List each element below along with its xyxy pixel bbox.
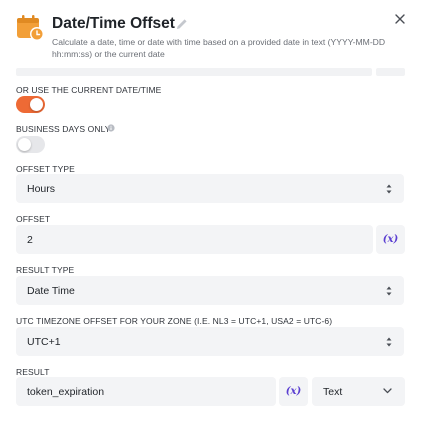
dialog-subtitle: Calculate a date, time or date with time… xyxy=(52,37,386,59)
use-current-toggle[interactable] xyxy=(16,96,45,113)
variable-icon: (x) xyxy=(382,234,399,245)
result-label: RESULT xyxy=(16,367,50,377)
timezone-select[interactable]: UTC+1 xyxy=(16,327,404,356)
business-days-toggle[interactable] xyxy=(16,136,45,153)
offset-label: OFFSET xyxy=(16,214,51,224)
offset-value: 2 xyxy=(27,233,33,246)
result-data-type: Text xyxy=(323,385,343,398)
collapsed-field-stub xyxy=(16,68,372,76)
offset-type-value: Hours xyxy=(27,182,56,195)
dialog-header: Date/Time Offset Calculate a date, time … xyxy=(0,0,423,66)
offset-input[interactable]: 2 xyxy=(16,225,373,254)
collapsed-field-stub xyxy=(376,68,405,76)
info-icon[interactable] xyxy=(107,124,115,132)
business-days-label: BUSINESS DAYS ONLY xyxy=(16,124,111,134)
result-type-value: Date Time xyxy=(27,284,75,297)
updown-icon xyxy=(386,184,392,194)
timezone-value: UTC+1 xyxy=(27,335,61,348)
timezone-label: UTC TIMEZONE OFFSET FOR YOUR ZONE (I.E. … xyxy=(16,316,333,326)
use-current-label: OR USE THE CURRENT DATE/TIME xyxy=(16,85,162,95)
updown-icon xyxy=(386,286,392,296)
toggle-knob xyxy=(18,138,31,151)
dialog-title: Date/Time Offset xyxy=(52,15,175,32)
variable-icon: (x) xyxy=(285,386,302,397)
result-type-dropdown[interactable]: Text xyxy=(312,377,405,406)
result-variable-input[interactable]: token_expiration xyxy=(16,377,276,406)
pencil-icon[interactable] xyxy=(175,17,189,31)
offset-variable-button[interactable]: (x) xyxy=(376,225,405,254)
updown-icon xyxy=(386,337,392,347)
result-variable-button[interactable]: (x) xyxy=(279,377,308,406)
offset-type-select[interactable]: Hours xyxy=(16,174,404,203)
result-type-select[interactable]: Date Time xyxy=(16,276,404,305)
result-type-label: RESULT TYPE xyxy=(16,265,75,275)
chevron-down-icon xyxy=(383,388,392,394)
result-value: token_expiration xyxy=(27,385,105,398)
calendar-clock-icon xyxy=(17,15,44,41)
close-icon[interactable] xyxy=(392,11,408,27)
offset-type-label: OFFSET TYPE xyxy=(16,164,75,174)
toggle-knob xyxy=(30,98,43,111)
